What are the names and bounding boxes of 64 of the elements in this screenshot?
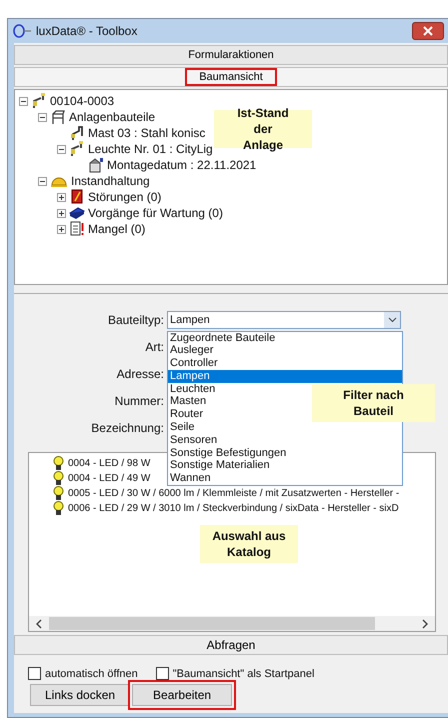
tree-item[interactable]: 00104-0003 <box>50 94 114 108</box>
luminaire-pole-icon <box>31 93 47 109</box>
document-warning-icon <box>69 221 85 237</box>
luminaire-pole-icon <box>69 141 85 157</box>
dropdown-option[interactable]: Sensoren <box>168 434 402 447</box>
close-button[interactable] <box>412 22 444 40</box>
bulb-icon <box>53 456 64 471</box>
callout-note: Auswahl aus Katalog <box>200 525 298 563</box>
action-button[interactable]: Links docken <box>30 684 130 706</box>
expander-icon[interactable] <box>38 112 47 122</box>
field-label: Bauteiltyp: <box>106 312 165 326</box>
horizontal-scrollbar[interactable] <box>29 616 435 631</box>
bulb-icon <box>53 501 64 516</box>
tree-item[interactable]: Montagedatum : 22.11.2021 <box>107 158 256 172</box>
tree-item[interactable]: Instandhaltung <box>71 174 150 188</box>
expander-icon[interactable] <box>57 208 66 218</box>
expander-icon[interactable] <box>57 192 66 202</box>
dropdown-option[interactable]: Sonstige Materialien <box>168 459 402 472</box>
dropdown-option[interactable]: Ausleger <box>168 344 402 358</box>
note-tooltip: Filter nach Bauteil <box>312 384 435 422</box>
field-label: Bezeichnung: <box>90 420 165 434</box>
catalog-item[interactable]: 0005 - LED / 30 W / 6000 lm / Klemmleiste / mit Zusatzwerten - Hersteller - <box>68 488 400 499</box>
expander-icon[interactable] <box>57 224 66 234</box>
chevron-down-icon[interactable] <box>384 312 400 328</box>
label: Formularaktionen <box>188 49 274 61</box>
catalog-item[interactable]: 0006 - LED / 29 W / 3010 lm / Steckverbindung / sixData - Hersteller - sixD <box>68 503 399 514</box>
expander-icon[interactable] <box>38 176 47 186</box>
window-title: luxData® - Toolbox <box>36 24 138 38</box>
field-label: Nummer: <box>114 394 165 408</box>
dropdown-option[interactable]: Sonstige Befestigungen <box>168 446 402 460</box>
logo-icon <box>12 24 32 38</box>
book-icon <box>69 205 85 221</box>
tree-item[interactable]: Störungen (0) <box>88 190 162 204</box>
dropdown-option[interactable]: Wannen <box>168 472 402 486</box>
expander-icon[interactable] <box>19 96 28 106</box>
checkbox-option[interactable]: automatisch öffnen <box>28 667 138 680</box>
dropdown-option[interactable]: Seile <box>168 421 402 434</box>
catalog-item[interactable]: 0004 - LED / 98 W <box>68 458 150 469</box>
expander-icon[interactable] <box>57 144 66 154</box>
tree-item[interactable]: Leuchte Nr. 01 : CityLig <box>88 142 213 156</box>
mast-icon <box>69 125 85 141</box>
tree-item[interactable]: Mast 03 : Stahl konisc <box>88 126 206 140</box>
catalog-item[interactable]: 0004 - LED / 49 W <box>68 473 150 484</box>
query-button[interactable]: Abfragen <box>14 635 448 655</box>
tree-item[interactable]: Mangel (0) <box>88 222 146 236</box>
panel-tab[interactable]: Baumansicht <box>14 67 448 87</box>
tree-item[interactable]: Anlagenbauteile <box>69 110 156 124</box>
panel-tab[interactable]: Formularaktionen <box>14 45 448 65</box>
field-label: Art: <box>144 340 165 354</box>
tree-item[interactable]: Vorgänge für Wartung (0) <box>88 206 223 220</box>
scroll-left-icon[interactable] <box>35 618 43 628</box>
label: Baumansicht <box>185 68 277 86</box>
field-label: Adresse: <box>116 366 165 380</box>
fault-book-icon <box>69 189 85 205</box>
dropdown-option[interactable]: Controller <box>168 357 402 370</box>
bulb-icon <box>53 471 64 486</box>
calendar-box-icon <box>88 157 104 173</box>
scroll-right-icon[interactable] <box>421 618 429 628</box>
bulb-icon <box>53 486 64 501</box>
frame-icon <box>50 109 66 125</box>
close-icon[interactable] <box>422 26 434 36</box>
dropdown-option[interactable]: Lampen <box>168 370 402 383</box>
dropdown-option[interactable]: Zugeordnete Bauteile <box>168 332 402 344</box>
checkbox-option[interactable]: "Baumansicht" als Startpanel <box>156 667 314 680</box>
